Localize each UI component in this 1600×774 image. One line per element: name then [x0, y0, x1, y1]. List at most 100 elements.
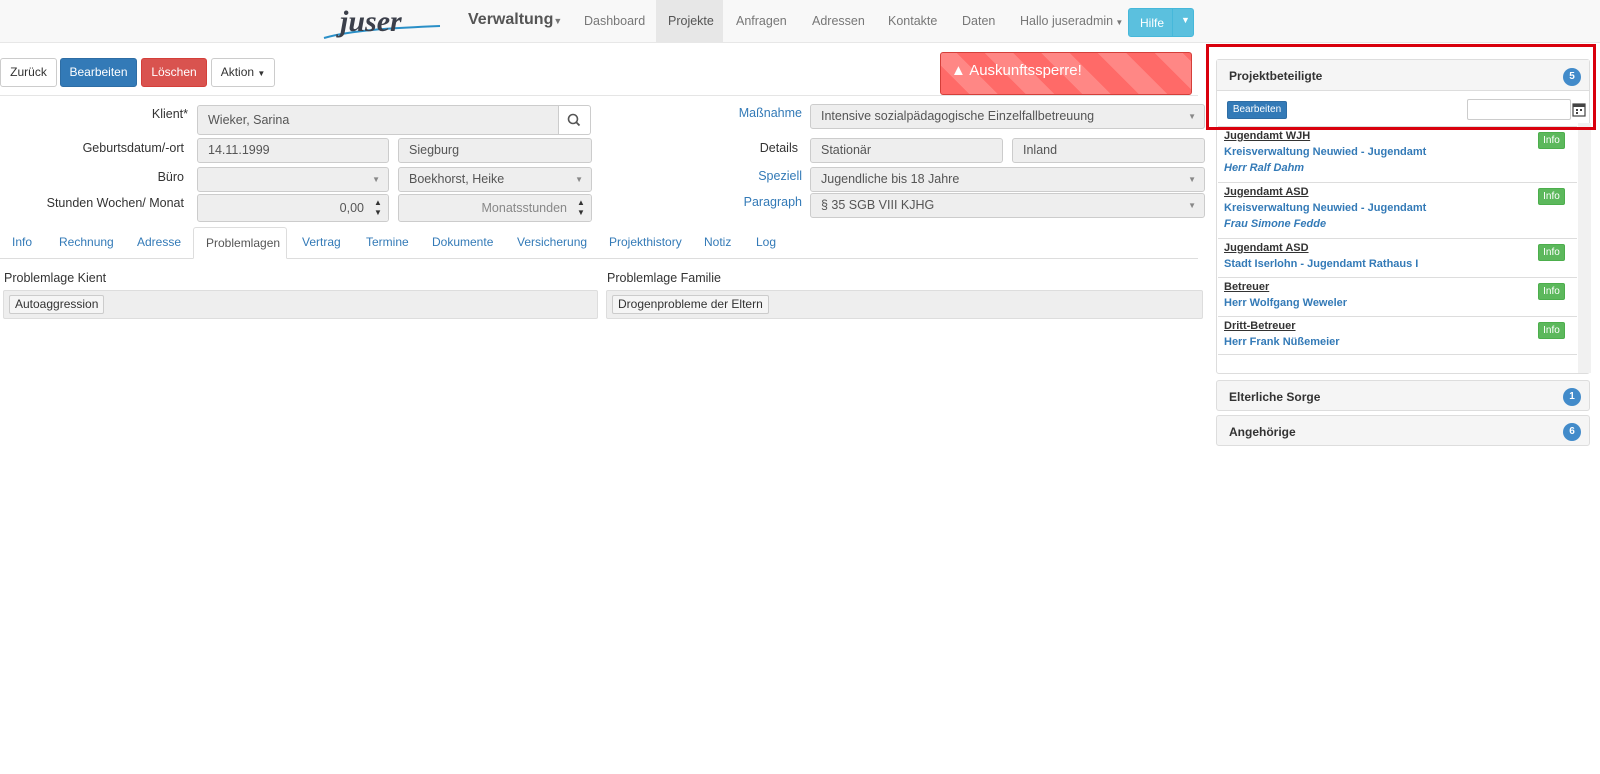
action-label: Aktion	[220, 65, 255, 79]
delete-button[interactable]: Löschen	[141, 58, 207, 87]
birth-date-field[interactable]: 14.11.1999	[197, 138, 389, 163]
monthly-hours-stepper[interactable]: Monatsstunden ▲ ▼	[398, 194, 592, 222]
family-problems-label: Problemlage Familie	[607, 271, 721, 285]
info-button[interactable]: Info	[1538, 244, 1565, 261]
stepper-arrows-icon[interactable]: ▲ ▼	[368, 195, 388, 221]
details-field-2[interactable]: Inland	[1012, 138, 1205, 163]
details-label: Details	[759, 141, 798, 155]
participant-entry: Jugendamt WJH Kreisverwaltung Neuwied - …	[1218, 126, 1577, 182]
participant-org[interactable]: Kreisverwaltung Neuwied - Jugendamt	[1224, 146, 1426, 158]
paragraph-label[interactable]: Paragraph	[700, 195, 802, 209]
special-select[interactable]: Jugendliche bis 18 Jahre ▼	[810, 167, 1205, 192]
participant-entry: Jugendamt ASD Kreisverwaltung Neuwied - …	[1218, 182, 1577, 238]
tab-projekthistory[interactable]: Projekthistory	[597, 227, 694, 259]
panel-title: Elterliche Sorge	[1229, 390, 1321, 404]
tab-versicherung[interactable]: Versicherung	[505, 227, 599, 259]
participant-org[interactable]: Stadt Iserlohn - Jugendamt Rathaus I	[1224, 258, 1418, 270]
measure-value: Intensive sozialpädagogische Einzelfallb…	[821, 109, 1095, 123]
client-label: Klient*	[151, 107, 188, 121]
nav-anfragen[interactable]: Anfragen	[724, 0, 799, 42]
special-label[interactable]: Speziell	[700, 169, 802, 183]
tab-vertrag[interactable]: Vertrag	[290, 227, 353, 259]
client-search-button[interactable]	[559, 105, 591, 135]
count-badge: 6	[1563, 423, 1581, 441]
tab-info[interactable]: Info	[0, 227, 44, 259]
measure-select[interactable]: Intensive sozialpädagogische Einzelfallb…	[810, 104, 1205, 129]
chevron-down-icon: ▼	[553, 16, 563, 26]
highlight-frame	[1206, 44, 1596, 130]
back-button[interactable]: Zurück	[0, 58, 57, 87]
birth-label: Geburtsdatum/-ort	[82, 141, 184, 155]
nav-daten[interactable]: Daten	[950, 0, 1007, 42]
hours-stepper[interactable]: 0,00 ▲ ▼	[197, 194, 389, 222]
warning-icon: ▲	[951, 62, 966, 79]
split-divider	[1172, 9, 1173, 36]
problem-tag[interactable]: Drogenprobleme der Eltern	[612, 295, 769, 314]
stepper-arrows-icon[interactable]: ▲ ▼	[571, 195, 591, 221]
participant-person[interactable]: Herr Ralf Dahm	[1224, 162, 1304, 174]
chevron-down-icon: ▼	[257, 69, 266, 78]
panel-title: Angehörige	[1229, 425, 1296, 439]
birth-place-field[interactable]: Siegburg	[398, 138, 592, 163]
client-field[interactable]: Wieker, Sarina	[197, 105, 559, 135]
edit-button[interactable]: Bearbeiten	[60, 58, 137, 87]
participant-role[interactable]: Jugendamt ASD	[1224, 186, 1309, 198]
tab-dokumente[interactable]: Dokumente	[420, 227, 505, 259]
participant-org[interactable]: Herr Frank Nüßemeier	[1224, 336, 1340, 348]
family-problems-field[interactable]: Drogenprobleme der Eltern	[606, 290, 1203, 319]
help-button[interactable]: Hilfe ▼	[1128, 8, 1194, 37]
divider	[0, 95, 1198, 96]
custody-panel[interactable]: Elterliche Sorge 1	[1216, 380, 1590, 411]
participant-role[interactable]: Jugendamt ASD	[1224, 242, 1309, 254]
tab-rechnung[interactable]: Rechnung	[47, 227, 126, 259]
participant-entry: Jugendamt ASD Stadt Iserlohn - Jugendamt…	[1218, 238, 1577, 277]
participant-org[interactable]: Kreisverwaltung Neuwied - Jugendamt	[1224, 202, 1426, 214]
participant-person[interactable]: Frau Simone Fedde	[1224, 218, 1326, 230]
office-label: Büro	[157, 170, 184, 184]
info-button[interactable]: Info	[1538, 283, 1565, 300]
paragraph-value: § 35 SGB VIII KJHG	[821, 198, 935, 212]
nav-dashboard[interactable]: Dashboard	[572, 0, 657, 42]
participant-role[interactable]: Jugendamt WJH	[1224, 130, 1310, 142]
client-problems-field[interactable]: Autoaggression	[3, 290, 598, 319]
brand-menu[interactable]: Verwaltung▼	[468, 11, 562, 29]
chevron-down-icon: ▼	[1188, 175, 1196, 184]
staff-select[interactable]: Boekhorst, Heike ▼	[398, 167, 592, 192]
paragraph-select[interactable]: § 35 SGB VIII KJHG ▼	[810, 193, 1205, 218]
info-button[interactable]: Info	[1538, 188, 1565, 205]
tab-notiz[interactable]: Notiz	[692, 227, 743, 259]
office-select[interactable]: ▼	[197, 167, 389, 192]
action-dropdown[interactable]: Aktion ▼	[211, 58, 275, 87]
nav-kontakte[interactable]: Kontakte	[876, 0, 949, 42]
chevron-down-icon: ▼	[1188, 201, 1196, 210]
measure-label[interactable]: Maßnahme	[700, 106, 802, 120]
hours-label: Stunden Wochen/ Monat	[46, 196, 184, 210]
relatives-panel[interactable]: Angehörige 6	[1216, 415, 1590, 446]
tab-termine[interactable]: Termine	[354, 227, 421, 259]
participant-role[interactable]: Betreuer	[1224, 281, 1269, 293]
nav-adressen[interactable]: Adressen	[800, 0, 877, 42]
logo-text: juser	[336, 5, 402, 38]
tab-problemlagen[interactable]: Problemlagen	[193, 227, 287, 259]
chevron-down-icon[interactable]: ▼	[1181, 15, 1190, 25]
info-button[interactable]: Info	[1538, 132, 1565, 149]
chevron-down-icon: ▼	[575, 175, 583, 184]
details-field-1[interactable]: Stationär	[810, 138, 1003, 163]
top-navbar: juser Verwaltung▼ Dashboard Projekte Anf…	[0, 0, 1600, 43]
user-menu-label: Hallo juseradmin	[1020, 14, 1114, 28]
chevron-down-icon: ▼	[372, 175, 380, 184]
juser-logo[interactable]: juser	[322, 4, 444, 40]
tab-log[interactable]: Log	[744, 227, 788, 259]
hours-unit-placeholder: Monatsstunden	[481, 201, 567, 215]
participant-role[interactable]: Dritt-Betreuer	[1224, 320, 1296, 332]
tab-adresse[interactable]: Adresse	[125, 227, 193, 259]
participant-org[interactable]: Herr Wolfgang Weweler	[1224, 297, 1347, 309]
help-label: Hilfe	[1140, 16, 1165, 30]
chevron-down-icon: ▼	[1188, 112, 1196, 121]
nav-projekte[interactable]: Projekte	[656, 0, 723, 42]
participants-scrollbar[interactable]	[1578, 123, 1591, 373]
problem-tag[interactable]: Autoaggression	[9, 295, 105, 314]
client-problems-label: Problemlage Kient	[4, 271, 107, 285]
nav-user-menu[interactable]: Hallo juseradmin ▼	[1008, 0, 1135, 42]
info-button[interactable]: Info	[1538, 322, 1565, 339]
